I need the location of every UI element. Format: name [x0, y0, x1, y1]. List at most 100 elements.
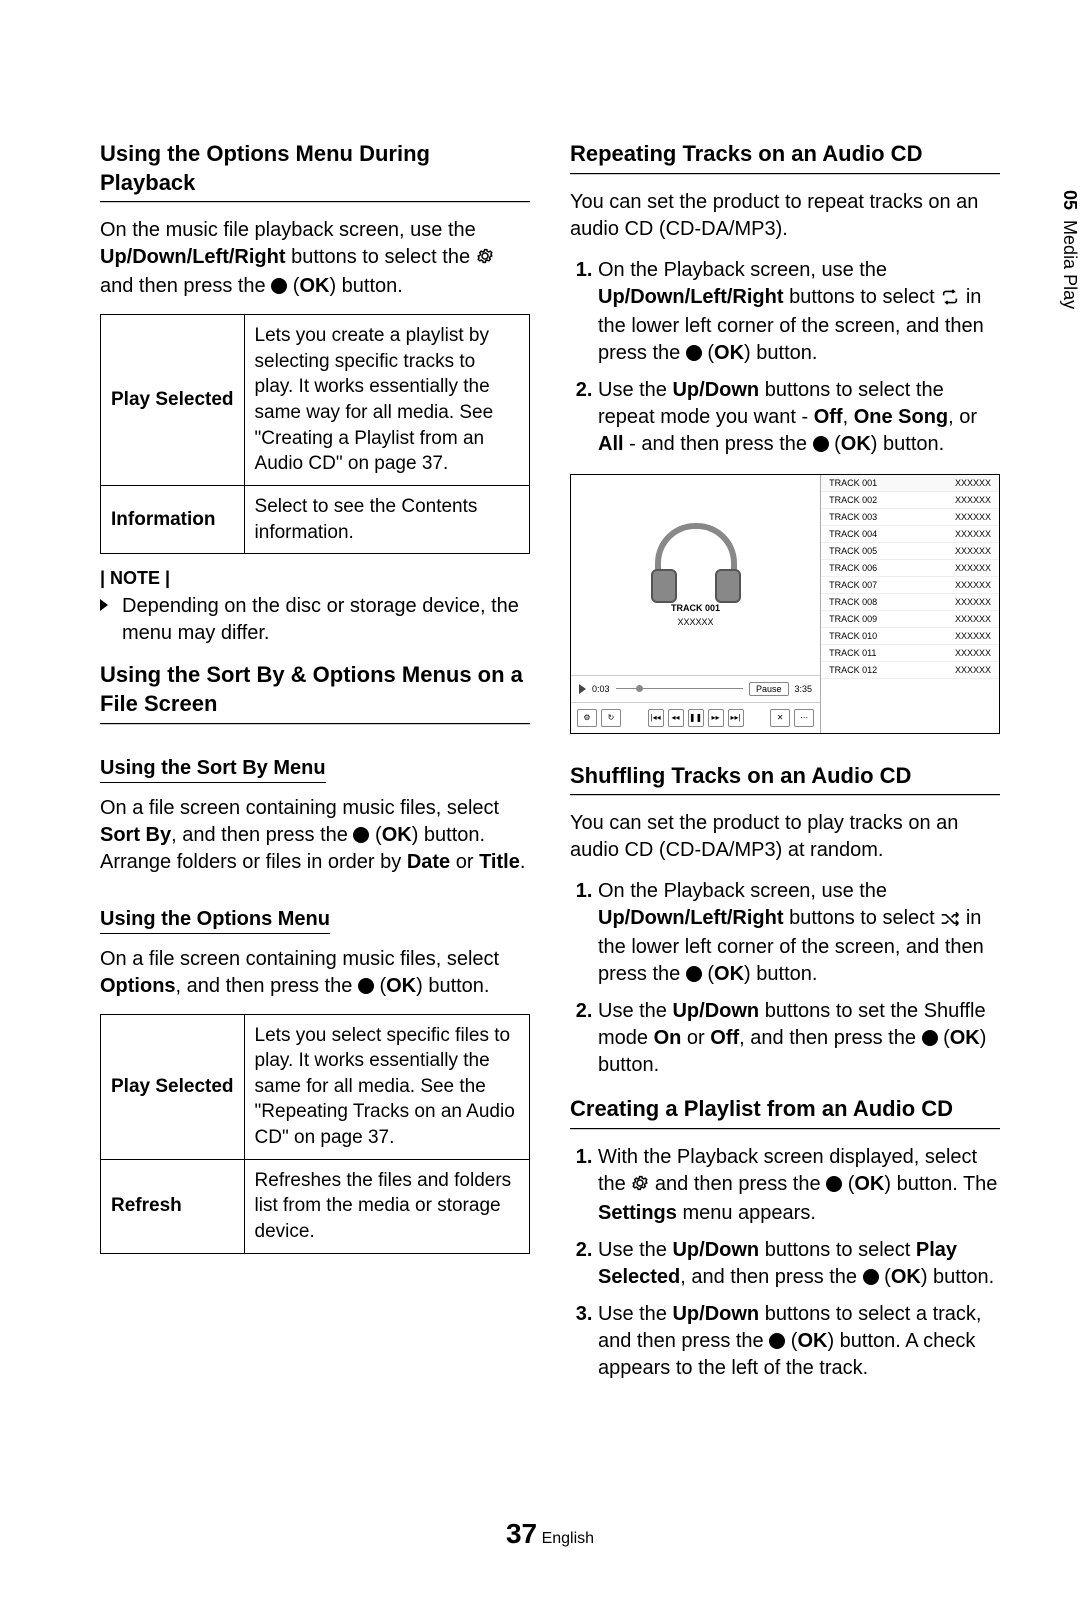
cell-play-selected-2-desc: Lets you select specific files to play. … [244, 1014, 529, 1159]
subheading-sortby: Using the Sort By Menu [100, 757, 326, 783]
heading-repeat: Repeating Tracks on an Audio CD [570, 140, 1000, 169]
shuffle-ctl-icon: ✕ [770, 709, 790, 727]
track-artist: XXXXXX [955, 529, 991, 539]
playlist-steps: With the Playback screen displayed, sele… [570, 1144, 1000, 1382]
playlist-step-1: With the Playback screen displayed, sele… [598, 1144, 1000, 1227]
track-row: TRACK 009 XXXXXX [821, 611, 999, 628]
progress-bar [616, 688, 743, 689]
pause-ctl-icon: ❚❚ [688, 709, 704, 727]
ok-button-icon [813, 436, 829, 452]
track-artist: XXXXXX [955, 580, 991, 590]
track-name: TRACK 012 [829, 665, 877, 675]
shuffle-icon [940, 907, 960, 934]
rule [570, 173, 1000, 175]
repeat-step-1: On the Playback screen, use the Up/Down/… [598, 257, 1000, 367]
forward-icon: ▸▸ [708, 709, 724, 727]
track-name: TRACK 005 [829, 546, 877, 556]
bullet-icon [100, 599, 108, 611]
repeat-ctl-icon: ↻ [601, 709, 621, 727]
track-row: TRACK 007 XXXXXX [821, 577, 999, 594]
track-row: TRACK 001 XXXXXX [821, 475, 999, 492]
repeat-step-2: Use the Up/Down buttons to select the re… [598, 377, 1000, 458]
heading-shuffle: Shuffling Tracks on an Audio CD [570, 762, 1000, 791]
playlist-step-3: Use the Up/Down buttons to select a trac… [598, 1301, 1000, 1382]
shuffle-intro: You can set the product to play tracks o… [570, 810, 1000, 864]
pause-label: Pause [749, 682, 789, 696]
gear-icon [476, 246, 494, 273]
progress-row: 0:03 Pause 3:35 [571, 675, 820, 702]
play-icon [579, 684, 586, 694]
ok-button-icon [686, 345, 702, 361]
repeat-icon [940, 286, 960, 313]
cell-refresh-desc: Refreshes the files and folders list fro… [244, 1159, 529, 1253]
shuffle-steps: On the Playback screen, use the Up/Down/… [570, 878, 1000, 1079]
ok-button-icon [271, 278, 287, 294]
rule [100, 201, 530, 203]
track-name: TRACK 003 [829, 512, 877, 522]
side-tab: 05 Media Play [1055, 180, 1080, 319]
track-artist: XXXXXX [955, 597, 991, 607]
heading-playlist: Creating a Playlist from an Audio CD [570, 1095, 1000, 1124]
track-row: TRACK 004XXXXXX [821, 526, 999, 543]
list-ctl-icon: ⋯ [794, 709, 814, 727]
controls-row: ⚙ ↻ |◂◂ ◂◂ ❚❚ ▸▸ ▸▸| ✕ ⋯ [571, 702, 820, 733]
heading-sortby-options: Using the Sort By & Options Menus on a F… [100, 661, 530, 718]
note-label: | NOTE | [100, 568, 530, 589]
track-artist: XXXXXX [955, 478, 991, 488]
track-row: TRACK 010XXXXXX [821, 628, 999, 645]
track-row: TRACK 002XXXXXX [821, 492, 999, 509]
now-playing-artist: XXXXXX [678, 617, 714, 627]
track-artist: XXXXXX [955, 546, 991, 556]
track-name: TRACK 010 [829, 631, 877, 641]
page-number: 37 [506, 1518, 537, 1549]
ok-button-icon [686, 966, 702, 982]
options-table-2: Play Selected Lets you select specific f… [100, 1014, 530, 1254]
note-item: Depending on the disc or storage device,… [100, 593, 530, 647]
cell-play-selected-desc: Lets you create a playlist by selecting … [244, 315, 529, 486]
track-name: TRACK 002 [829, 495, 877, 505]
options-table-1: Play Selected Lets you create a playlist… [100, 314, 530, 554]
track-name: TRACK 009 [829, 614, 877, 624]
time-total: 3:35 [795, 684, 813, 694]
track-artist: XXXXXX [955, 512, 991, 522]
shuffle-step-1: On the Playback screen, use the Up/Down/… [598, 878, 1000, 988]
ok-button-icon [358, 978, 374, 994]
side-tab-label: Media Play [1060, 220, 1080, 309]
track-name: TRACK 007 [829, 580, 877, 590]
track-name: TRACK 006 [829, 563, 877, 573]
side-tab-num: 05 [1060, 190, 1080, 210]
options-paragraph: On a file screen containing music files,… [100, 946, 530, 1000]
skip-prev-icon: |◂◂ [648, 709, 664, 727]
cell-information: Information [101, 486, 245, 554]
rule [100, 723, 530, 725]
track-row: TRACK 006XXXXXX [821, 560, 999, 577]
cell-refresh: Refresh [101, 1159, 245, 1253]
time-elapsed: 0:03 [592, 684, 610, 694]
track-artist: XXXXXX [955, 665, 991, 675]
playlist-step-2: Use the Up/Down buttons to select Play S… [598, 1237, 1000, 1291]
track-name: TRACK 011 [829, 648, 876, 658]
sortby-paragraph: On a file screen containing music files,… [100, 795, 530, 876]
track-row: TRACK 005 XXXXXX [821, 543, 999, 560]
repeat-intro: You can set the product to repeat tracks… [570, 189, 1000, 243]
cell-play-selected: Play Selected [101, 315, 245, 486]
heading-options-playback: Using the Options Menu During Playback [100, 140, 530, 197]
ok-button-icon [769, 1333, 785, 1349]
ok-button-icon [353, 827, 369, 843]
playback-paragraph: On the music file playback screen, use t… [100, 217, 530, 300]
subheading-options: Using the Options Menu [100, 908, 330, 934]
now-playing-track: TRACK 001 [671, 603, 720, 613]
track-artist: XXXXXX [955, 648, 991, 658]
player-screenshot: TRACK 001 XXXXXX 0:03 Pause 3:35 ⚙ ↻ [570, 474, 1000, 734]
track-artist: XXXXXX [955, 614, 991, 624]
track-row: TRACK 012 XXXXXX [821, 662, 999, 679]
track-name: TRACK 001 [829, 478, 877, 488]
shuffle-step-2: Use the Up/Down buttons to set the Shuff… [598, 998, 1000, 1079]
settings-ctl-icon: ⚙ [577, 709, 597, 727]
repeat-steps: On the Playback screen, use the Up/Down/… [570, 257, 1000, 458]
track-row: TRACK 008XXXXXX [821, 594, 999, 611]
page-footer: 37 English [100, 1518, 1000, 1550]
ok-button-icon [826, 1176, 842, 1192]
gear-icon [631, 1173, 649, 1200]
headphones-icon [655, 523, 737, 585]
